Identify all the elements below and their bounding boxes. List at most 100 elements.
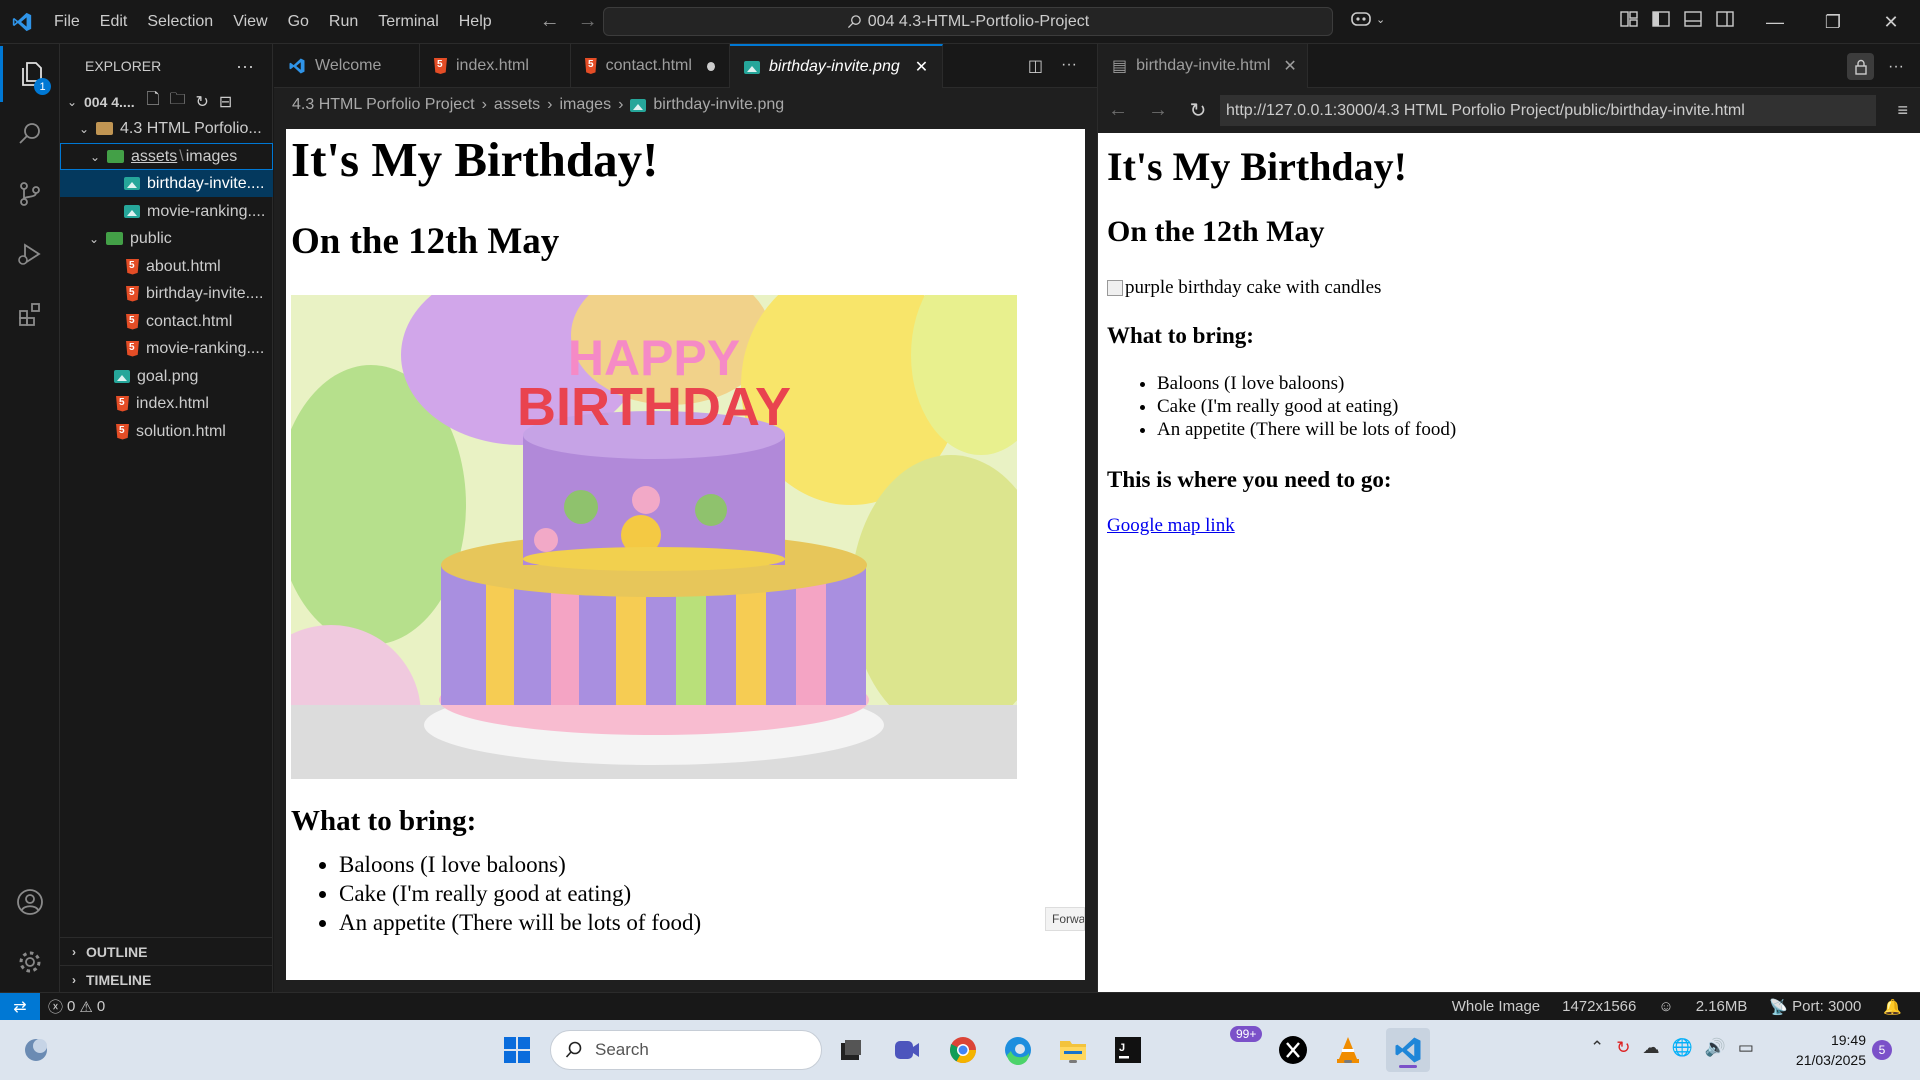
tab-welcome[interactable]: Welcome	[274, 44, 420, 88]
battery-icon[interactable]: ▭	[1738, 1038, 1754, 1058]
notification-count[interactable]: 5	[1872, 1040, 1892, 1060]
manage-activity[interactable]	[0, 934, 60, 990]
problems-indicator[interactable]: ⓧ 0 ⚠ 0	[40, 996, 113, 1017]
menu-file[interactable]: File	[44, 0, 90, 44]
jetbrains-icon[interactable]: J	[1111, 1033, 1145, 1067]
chevron-up-icon[interactable]: ⌃	[1590, 1038, 1604, 1058]
task-view-icon[interactable]	[834, 1033, 868, 1067]
back-arrow-icon[interactable]: ←	[540, 10, 560, 33]
more-actions-icon[interactable]: ···	[1888, 58, 1904, 76]
forward-arrow-icon[interactable]: →	[578, 10, 598, 33]
toggle-sidebar-icon[interactable]	[1652, 10, 1670, 28]
command-center[interactable]: 004 4.3-HTML-Portfolio-Project	[603, 7, 1333, 36]
vscode-taskbar-icon[interactable]	[1386, 1028, 1430, 1072]
tree-item-birthday-invite-png[interactable]: birthday-invite....	[60, 170, 273, 197]
breadcrumb-item[interactable]: assets	[494, 96, 540, 114]
tree-item-movie-ranking-png[interactable]: movie-ranking....	[60, 198, 273, 225]
google-map-link[interactable]: Google map link	[1107, 515, 1235, 537]
workspace-folder[interactable]: ⌄ 004 4.... 🗋 🗀 ↻ ⊟	[60, 88, 273, 115]
refresh-icon[interactable]: ↻	[195, 92, 208, 112]
menu-terminal[interactable]: Terminal	[368, 0, 448, 44]
reload-icon[interactable]: ↻	[1178, 98, 1218, 123]
edge-icon[interactable]	[1001, 1033, 1035, 1067]
taskbar-search[interactable]: Search	[550, 1030, 822, 1070]
explorer-activity[interactable]: 1	[0, 46, 60, 102]
browser-forward-icon[interactable]: →	[1138, 99, 1178, 122]
collapse-all-icon[interactable]: ⊟	[219, 92, 232, 112]
close-tab-icon[interactable]: ✕	[1283, 56, 1296, 76]
more-actions-icon[interactable]: ···	[1061, 56, 1077, 76]
customize-layout-icon[interactable]	[1620, 10, 1638, 28]
browser-back-icon[interactable]: ←	[1098, 99, 1138, 122]
file-explorer-icon[interactable]	[1056, 1033, 1090, 1067]
remote-icon[interactable]: ⇄	[0, 992, 40, 1021]
widgets-icon[interactable]	[19, 1033, 53, 1067]
tree-label: about.html	[146, 257, 221, 275]
breadcrumb-item[interactable]: 4.3 HTML Porfolio Project	[292, 96, 475, 114]
toggle-panel-icon[interactable]	[1684, 10, 1702, 28]
x-twitter-icon[interactable]	[1276, 1033, 1310, 1067]
error-icon: ⓧ	[48, 999, 64, 1016]
clock[interactable]: 19:49 21/03/2025	[1786, 1030, 1866, 1070]
menu-icon[interactable]: ≡	[1897, 100, 1908, 121]
tree-item-movie-ranking-html[interactable]: movie-ranking....	[60, 335, 273, 362]
close-tab-icon[interactable]: ✕	[915, 57, 928, 77]
tree-item-about-html[interactable]: about.html	[60, 253, 273, 280]
breadcrumb-item[interactable]: birthday-invite.png	[653, 96, 784, 114]
copilot-status-icon[interactable]: ☺	[1650, 998, 1681, 1016]
tree-item-solution-html[interactable]: solution.html	[60, 418, 273, 445]
more-actions-icon[interactable]: ···	[236, 56, 254, 77]
outline-section[interactable]: › OUTLINE	[60, 937, 273, 965]
tab-index-html[interactable]: index.html	[420, 44, 571, 88]
restore-icon[interactable]: ❐	[1804, 0, 1862, 44]
search-activity[interactable]	[0, 106, 60, 162]
tree-folder-assets-images[interactable]: ⌄ assets \ images	[60, 143, 273, 170]
tree-label: movie-ranking....	[146, 339, 265, 357]
menu-go[interactable]: Go	[278, 0, 319, 44]
tree-item-goal-png[interactable]: goal.png	[60, 363, 273, 390]
minimize-icon[interactable]: —	[1746, 0, 1804, 44]
tree-folder-project[interactable]: ⌄ 4.3 HTML Porfolio...	[60, 115, 273, 142]
cloud-icon[interactable]: ☁	[1643, 1038, 1660, 1058]
extensions-activity[interactable]	[0, 286, 60, 342]
menu-run[interactable]: Run	[319, 0, 368, 44]
chrome-icon[interactable]	[946, 1033, 980, 1067]
globe-icon[interactable]: 🌐	[1672, 1038, 1693, 1058]
unsaved-dot-icon[interactable]	[706, 61, 715, 71]
window-controls: — ❐ ✕	[1746, 0, 1920, 44]
bell-icon[interactable]: 🔔	[1875, 998, 1910, 1016]
tab-contact-html[interactable]: contact.html	[571, 44, 730, 88]
vlc-icon[interactable]	[1331, 1033, 1365, 1067]
url-input[interactable]: http://127.0.0.1:3000/4.3 HTML Porfolio …	[1220, 95, 1876, 126]
live-server-port[interactable]: 📡 Port: 3000	[1761, 998, 1869, 1016]
tree-item-contact-html[interactable]: contact.html	[60, 308, 273, 335]
volume-icon[interactable]: 🔊	[1705, 1038, 1726, 1058]
source-control-activity[interactable]	[0, 166, 60, 222]
tree-folder-public[interactable]: ⌄ public	[60, 225, 273, 252]
zoom-mode[interactable]: Whole Image	[1444, 998, 1548, 1016]
timeline-section[interactable]: › TIMELINE	[60, 965, 273, 993]
split-editor-icon[interactable]: ◫	[1028, 56, 1043, 76]
running-indicator	[1069, 1060, 1077, 1063]
toggle-secondary-sidebar-icon[interactable]	[1716, 10, 1734, 28]
tree-item-birthday-invite-html[interactable]: birthday-invite....	[60, 280, 273, 307]
run-debug-activity[interactable]	[0, 226, 60, 282]
lock-icon[interactable]	[1847, 53, 1875, 80]
accounts-activity[interactable]	[0, 874, 60, 930]
menu-edit[interactable]: Edit	[90, 0, 138, 44]
tab-birthday-invite-png[interactable]: birthday-invite.png ✕	[730, 44, 944, 88]
menu-help[interactable]: Help	[449, 0, 502, 44]
teams-meet-icon[interactable]	[890, 1033, 924, 1067]
close-window-icon[interactable]: ✕	[1862, 0, 1920, 44]
menu-selection[interactable]: Selection	[137, 0, 223, 44]
new-folder-icon[interactable]: 🗀	[169, 88, 185, 115]
tab-birthday-invite-html-preview[interactable]: ▤ birthday-invite.html ✕	[1098, 44, 1308, 88]
copilot-button[interactable]: ⌄	[1350, 10, 1385, 28]
new-file-icon[interactable]: 🗋	[147, 88, 160, 115]
chevron-right-icon: ›	[547, 96, 553, 113]
start-icon[interactable]	[500, 1033, 534, 1067]
sync-icon[interactable]: ↻	[1616, 1038, 1630, 1058]
breadcrumb-item[interactable]: images	[560, 96, 612, 114]
menu-view[interactable]: View	[223, 0, 277, 44]
tree-item-index-html[interactable]: index.html	[60, 390, 273, 417]
